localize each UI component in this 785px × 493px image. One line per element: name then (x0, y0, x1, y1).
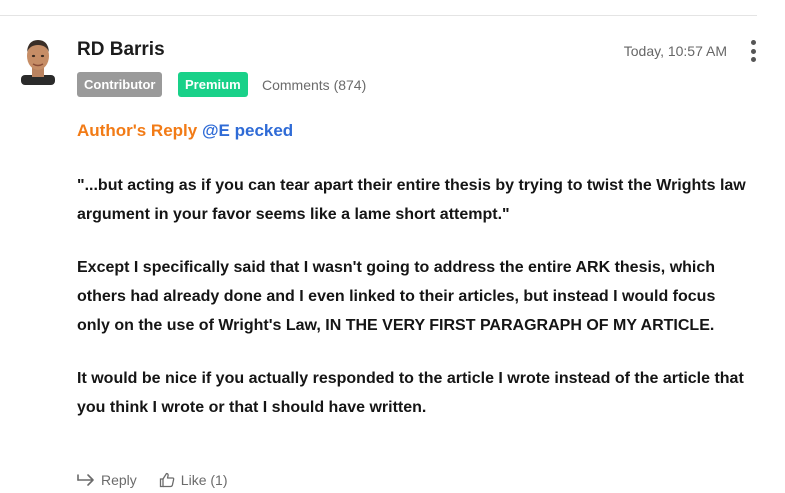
more-vertical-icon[interactable] (747, 40, 759, 62)
reply-header: Author's Reply @E pecked (77, 121, 293, 141)
comment-paragraph: Except I specifically said that I wasn't… (77, 259, 716, 334)
like-label: Like (1) (180, 472, 228, 488)
comment-quote-paragraph: "...but acting as if you can tear apart … (77, 177, 746, 223)
mention-link[interactable]: @E pecked (202, 121, 293, 140)
comment-actions: Reply Like (1) (77, 472, 227, 488)
comment-body: "...but acting as if you can tear apart … (77, 171, 747, 446)
contributor-badge: Contributor (77, 72, 163, 97)
reply-arrow-icon (77, 474, 94, 486)
authors-reply-label: Author's Reply (77, 121, 198, 140)
author-avatar[interactable] (18, 37, 58, 85)
comment-timestamp: Today, 10:57 AM (623, 43, 727, 59)
thumbs-up-icon (159, 472, 175, 488)
comments-count-link[interactable]: Comments (874) (262, 77, 366, 93)
top-divider (0, 15, 757, 16)
like-button[interactable]: Like (1) (159, 472, 228, 488)
reply-button[interactable]: Reply (77, 472, 137, 488)
author-name[interactable]: RD Barris (77, 39, 165, 61)
comment-paragraph: It would be nice if you actually respond… (77, 370, 744, 416)
premium-badge: Premium (178, 72, 248, 97)
reply-label: Reply (101, 472, 137, 488)
